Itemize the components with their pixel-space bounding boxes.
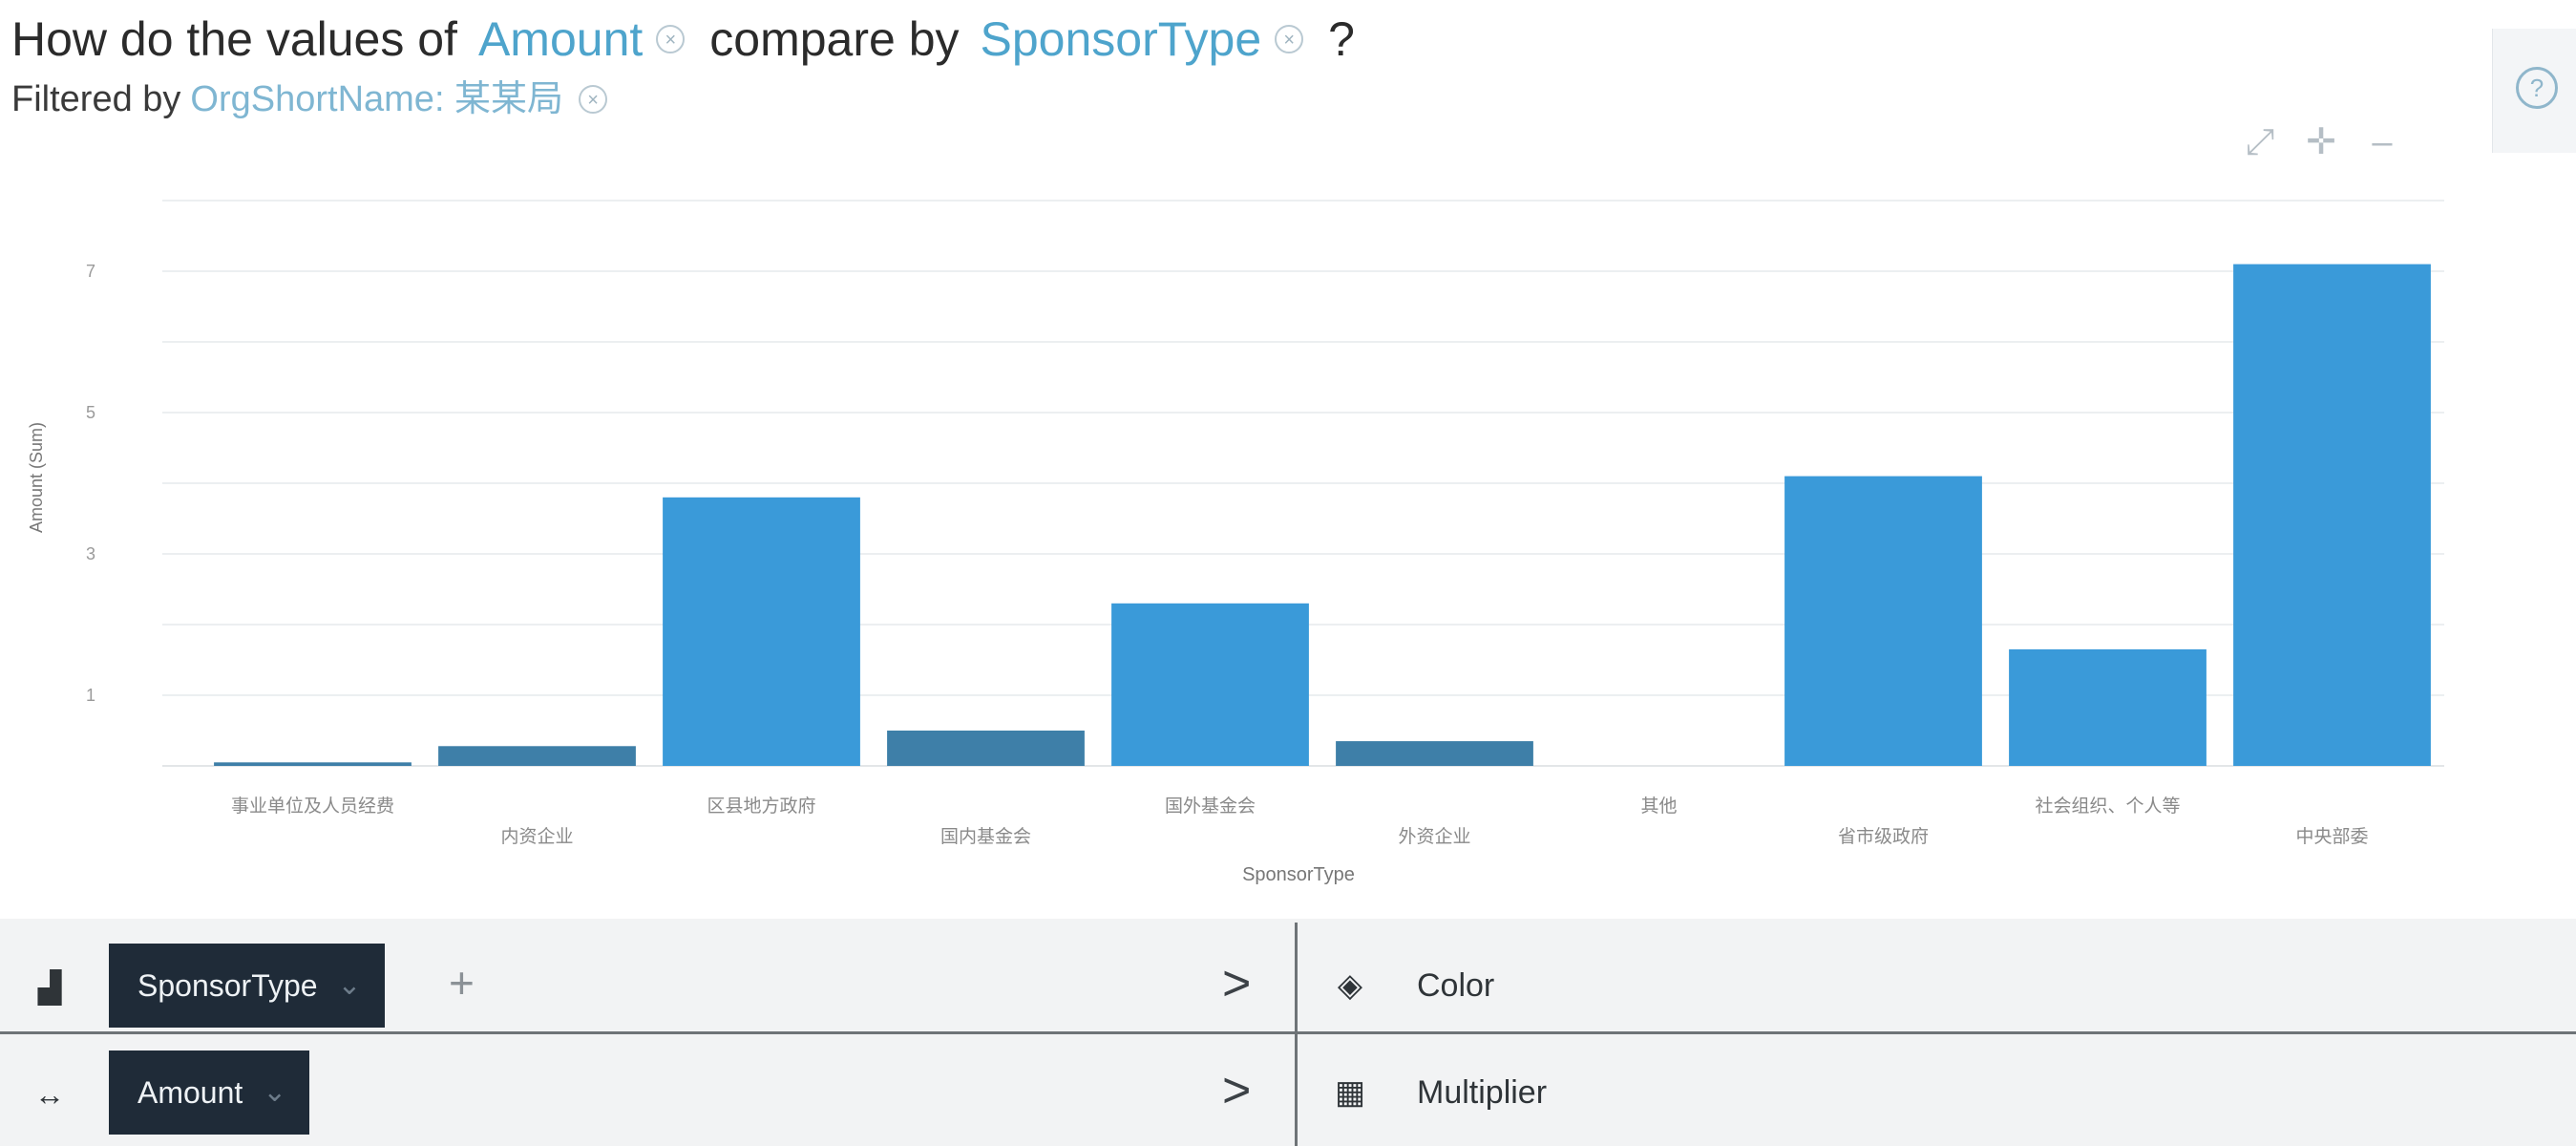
x-axis-title: SponsorType [1242, 864, 1355, 885]
bar[interactable] [1784, 476, 1982, 766]
bar[interactable] [214, 762, 412, 766]
bar-chart: Amount (Sum) SponsorType 1 3 5 7 事业单位及人员经费内资… [27, 200, 2444, 885]
bar[interactable] [1111, 603, 1309, 766]
expand-measure-arrow[interactable]: > [1222, 1062, 1251, 1119]
expand-dimension-arrow[interactable]: > [1222, 955, 1251, 1012]
question-middle: compare by [709, 12, 960, 66]
filter-line: Filtered by OrgShortName: 某某局 × [11, 73, 632, 126]
filter-token[interactable]: OrgShortName: 某某局 [190, 73, 563, 126]
y-axis-title: Amount (Sum) [27, 422, 46, 533]
bar[interactable] [2009, 648, 2206, 766]
x-tick-label: 社会组织、个人等 [2035, 796, 2180, 817]
bar[interactable] [1336, 741, 1533, 766]
dimension-token[interactable]: SponsorType [981, 6, 1262, 73]
bar[interactable] [663, 497, 860, 766]
axis-arrows-icon: ↔ [34, 1077, 65, 1112]
question-prefix: How do the values of [11, 12, 457, 66]
assistant-button[interactable]: ? [2492, 29, 2576, 153]
bar[interactable] [2233, 264, 2431, 767]
chevron-down-icon[interactable]: ⌄ [337, 944, 361, 1028]
measure-pill-label: Amount [137, 1075, 243, 1110]
measure-pill[interactable]: Amount ⌄ [109, 1050, 310, 1135]
dimension-pill-label: SponsorType [137, 968, 318, 1003]
filter-prefix: Filtered by [11, 79, 181, 119]
multiplier-label[interactable]: Multiplier [1417, 1068, 1547, 1117]
remove-measure-icon[interactable]: × [656, 25, 686, 53]
question-header: How do the values of Amount × compare by… [0, 0, 2481, 134]
question-suffix: ? [1328, 12, 1355, 66]
paint-bucket-icon: ◈ [1337, 967, 1363, 1004]
y-tick-label: 7 [86, 262, 95, 281]
add-dimension-button[interactable]: + [449, 961, 475, 1005]
x-tick-label: 区县地方政府 [707, 796, 815, 817]
remove-filter-icon[interactable]: × [579, 85, 608, 114]
measure-row: ↔ Amount ⌄ > ▦ Multiplier [0, 1041, 2576, 1142]
x-tick-label: 国外基金会 [1165, 796, 1256, 817]
x-tick-label: 省市级政府 [1838, 826, 1929, 847]
question-line: How do the values of Amount × compare by… [11, 6, 1355, 73]
row-divider [0, 1031, 2576, 1034]
dimension-row: ▟ SponsorType ⌄ + > ◈ Color [0, 934, 2576, 1035]
x-tick-label: 外资企业 [1398, 826, 1470, 847]
x-tick-label: 中央部委 [2295, 826, 2368, 847]
measure-token[interactable]: Amount [478, 6, 643, 73]
y-tick-label: 3 [86, 544, 95, 563]
x-tick-label: 国内基金会 [940, 826, 1031, 847]
column-divider [1295, 923, 1298, 1146]
color-label[interactable]: Color [1417, 961, 1494, 1010]
remove-dimension-icon[interactable]: × [1275, 25, 1304, 53]
multiplier-icon: ▦ [1334, 1074, 1366, 1111]
x-tick-label: 事业单位及人员经费 [231, 796, 394, 817]
y-tick-label: 5 [86, 403, 95, 422]
assistant-icon: ? [2516, 67, 2558, 109]
chevron-down-icon[interactable]: ⌄ [263, 1050, 286, 1135]
dimension-pill[interactable]: SponsorType ⌄ [109, 944, 385, 1028]
bar-chart-icon: ▟ [37, 970, 62, 1005]
y-tick-label: 1 [86, 686, 95, 705]
x-tick-label: 其他 [1640, 796, 1677, 817]
x-tick-label: 内资企业 [500, 826, 573, 847]
bar[interactable] [438, 746, 636, 766]
bar[interactable] [887, 731, 1085, 766]
